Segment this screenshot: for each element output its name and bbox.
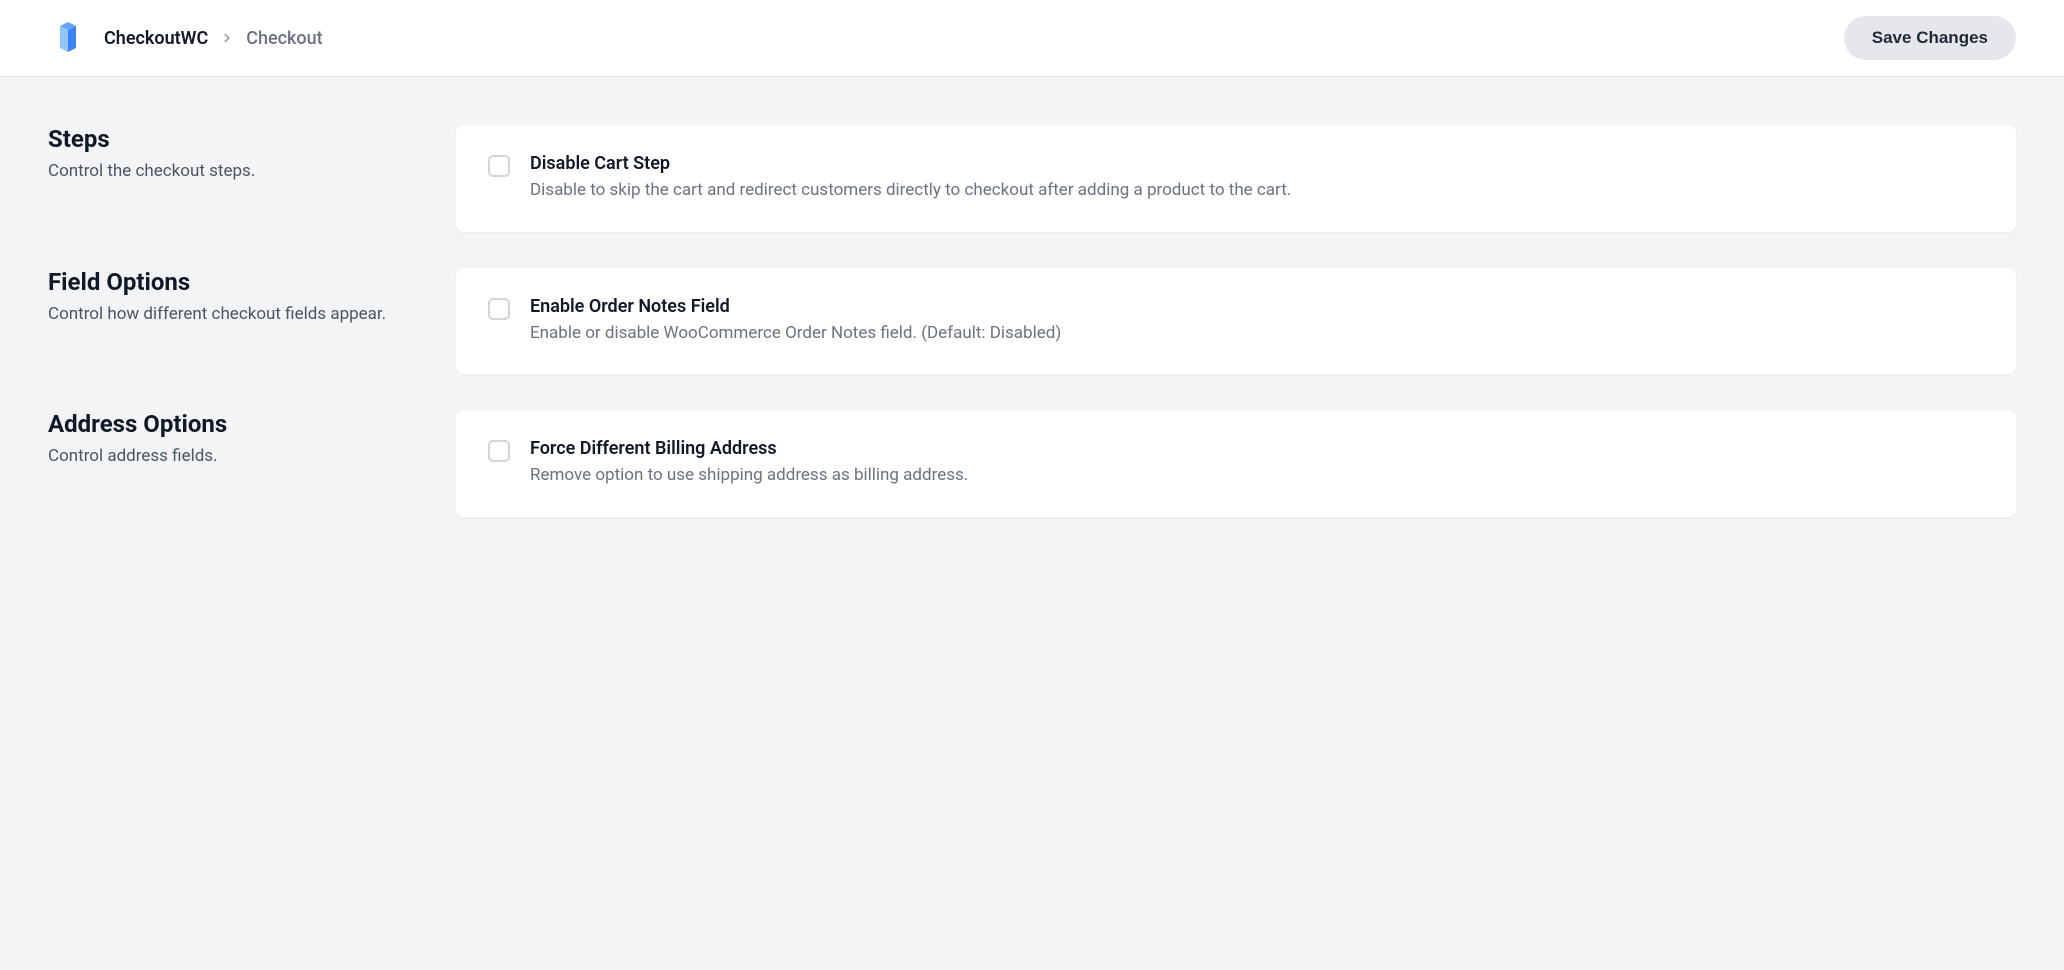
section-card: Force Different Billing Address Remove o… <box>456 410 2016 517</box>
option-text: Disable Cart Step Disable to skip the ca… <box>530 153 1984 204</box>
option-title: Enable Order Notes Field <box>530 296 1984 317</box>
force-different-billing-checkbox[interactable] <box>488 440 510 462</box>
disable-cart-step-checkbox[interactable] <box>488 155 510 177</box>
content-area: Steps Control the checkout steps. Disabl… <box>0 77 2064 601</box>
option-description: Enable or disable WooCommerce Order Note… <box>530 321 1984 347</box>
section-info: Field Options Control how different chec… <box>48 268 408 375</box>
section-title: Field Options <box>48 268 408 296</box>
option-description: Remove option to use shipping address as… <box>530 463 1984 489</box>
section-info: Steps Control the checkout steps. <box>48 125 408 232</box>
app-logo-icon <box>48 18 88 58</box>
section-card: Disable Cart Step Disable to skip the ca… <box>456 125 2016 232</box>
header-left: CheckoutWC Checkout <box>48 18 323 58</box>
header: CheckoutWC Checkout Save Changes <box>0 0 2064 77</box>
section-field-options: Field Options Control how different chec… <box>48 268 2016 375</box>
option-description: Disable to skip the cart and redirect cu… <box>530 178 1984 204</box>
breadcrumb-root[interactable]: CheckoutWC <box>104 28 208 49</box>
save-changes-button[interactable]: Save Changes <box>1844 16 2016 60</box>
section-info: Address Options Control address fields. <box>48 410 408 517</box>
breadcrumb-current: Checkout <box>246 28 322 49</box>
section-card: Enable Order Notes Field Enable or disab… <box>456 268 2016 375</box>
option-title: Force Different Billing Address <box>530 438 1984 459</box>
section-title: Steps <box>48 125 408 153</box>
section-address-options: Address Options Control address fields. … <box>48 410 2016 517</box>
enable-order-notes-checkbox[interactable] <box>488 298 510 320</box>
section-steps: Steps Control the checkout steps. Disabl… <box>48 125 2016 232</box>
section-description: Control the checkout steps. <box>48 161 408 181</box>
section-description: Control how different checkout fields ap… <box>48 304 408 324</box>
option-row: Force Different Billing Address Remove o… <box>488 438 1984 489</box>
section-title: Address Options <box>48 410 408 438</box>
section-description: Control address fields. <box>48 446 408 466</box>
option-text: Force Different Billing Address Remove o… <box>530 438 1984 489</box>
option-text: Enable Order Notes Field Enable or disab… <box>530 296 1984 347</box>
option-title: Disable Cart Step <box>530 153 1984 174</box>
breadcrumb: CheckoutWC Checkout <box>104 28 323 49</box>
option-row: Enable Order Notes Field Enable or disab… <box>488 296 1984 347</box>
chevron-right-icon <box>220 31 234 45</box>
option-row: Disable Cart Step Disable to skip the ca… <box>488 153 1984 204</box>
